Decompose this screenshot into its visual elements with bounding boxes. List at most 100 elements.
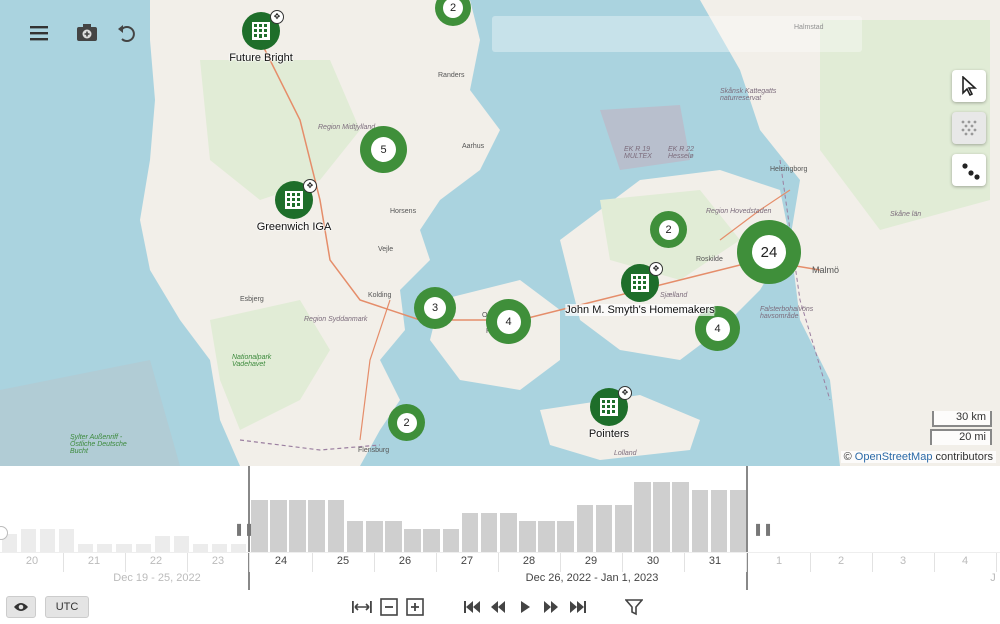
cluster-count: 4 <box>496 309 521 334</box>
timeline-bar <box>230 544 246 552</box>
day-tick <box>996 552 997 572</box>
scale-mi: 20 mi <box>930 429 992 445</box>
rewind-icon[interactable] <box>486 596 510 618</box>
area-label: EK R 19 MULTEX <box>624 146 652 160</box>
week-label-current: Dec 26, 2022 - Jan 1, 2023 <box>525 572 659 584</box>
timeline-bar <box>59 528 75 552</box>
zoom-in-icon[interactable] <box>403 596 427 618</box>
timeline-bar <box>653 481 670 552</box>
day-label: 27 <box>460 555 474 567</box>
place-marker[interactable]: ✥ Greenwich IGA <box>257 179 331 233</box>
timeline-bar <box>480 513 498 552</box>
timeline-bar <box>538 520 555 552</box>
day-tick <box>374 552 375 572</box>
search-area[interactable] <box>492 16 862 52</box>
city-label: Malmö <box>812 265 840 275</box>
timeline-bar <box>710 489 728 552</box>
place-marker[interactable]: ✥ John M. Smyth's Homemakers <box>565 262 715 316</box>
cluster-points-tool[interactable] <box>952 154 986 186</box>
day-tick <box>249 552 250 572</box>
heatmap-tool[interactable] <box>952 112 986 144</box>
visibility-button[interactable] <box>6 596 36 618</box>
map-view[interactable]: Region Midtjylland Region Syddanmark Reg… <box>0 0 1000 466</box>
range-start-handle[interactable]: ❚❚ <box>234 522 254 536</box>
timeline-bar <box>365 520 383 552</box>
filter-icon[interactable] <box>622 596 646 618</box>
area-label: Falsterbohalvö­ns havsområde <box>760 306 814 320</box>
cluster-marker[interactable]: 2 <box>388 404 425 441</box>
timeline-bar <box>519 520 536 552</box>
city-label: Helsingborg <box>770 166 808 173</box>
cluster-marker[interactable]: 2 <box>650 211 687 248</box>
skip-to-end-icon[interactable] <box>566 596 590 618</box>
cluster-count: 24 <box>752 235 786 269</box>
utc-button[interactable]: UTC <box>45 596 89 618</box>
cluster-marker[interactable]: 5 <box>360 126 407 173</box>
place-name: Greenwich IGA <box>256 221 332 233</box>
area-label: EK R 22 Hesselø <box>668 146 695 160</box>
place-marker[interactable]: ✥ Pointers <box>589 386 632 440</box>
camera-icon[interactable] <box>76 22 98 50</box>
openstreetmap-link[interactable]: OpenStreetMap <box>855 451 933 463</box>
day-tick <box>684 552 685 572</box>
timeline-bar <box>270 500 287 552</box>
cluster-count: 2 <box>658 219 679 240</box>
day-label: 26 <box>398 555 412 567</box>
move-icon: ✥ <box>618 386 632 400</box>
city-label: Vejle <box>378 246 394 253</box>
day-tick <box>498 552 499 572</box>
timeline-bar <box>21 528 37 552</box>
place-name: Pointers <box>588 428 630 440</box>
city-label: Aarhus <box>462 143 485 150</box>
place-name: John M. Smyth's Homemakers <box>565 304 715 316</box>
day-tick <box>872 552 873 572</box>
city-label: Kolding <box>368 292 392 299</box>
timeline-bar <box>173 536 189 552</box>
day-label: 22 <box>149 555 163 567</box>
area-label: Skånsk Kattegatts naturreservat <box>720 88 777 102</box>
day-label: 20 <box>25 555 39 567</box>
city-label: Roskilde <box>696 256 723 263</box>
fast-forward-icon[interactable] <box>539 596 563 618</box>
range-end-handle[interactable]: ❚❚ <box>753 522 773 536</box>
timeline[interactable]: ❚❚ ❚❚ 20 21 22 23 24 25 26 27 28 29 30 31 1 2 3 4 Dec 1… <box>0 466 1000 592</box>
map-basemap <box>0 0 1000 466</box>
region-label: Region Midtjylland <box>318 124 376 131</box>
zoom-out-icon[interactable] <box>377 596 401 618</box>
day-tick <box>436 552 437 572</box>
cluster-count: 2 <box>443 0 463 18</box>
timeline-bar <box>78 544 94 552</box>
timeline-bar <box>442 528 460 552</box>
timeline-bar <box>97 544 113 552</box>
undo-icon[interactable] <box>116 22 138 50</box>
place-marker[interactable]: ✥ Future Bright <box>229 10 293 64</box>
day-label: 2 <box>837 555 845 567</box>
area-label: Sylter Außenriff - Östliche Deutsche Buc… <box>70 434 127 455</box>
cluster-marker[interactable]: 4 <box>486 299 531 344</box>
day-tick <box>125 552 126 572</box>
menu-icon[interactable] <box>28 22 50 50</box>
city-label: Horsens <box>390 208 417 215</box>
timeline-bar <box>116 544 132 552</box>
select-pointer-tool[interactable] <box>952 70 986 102</box>
skip-to-start-icon[interactable] <box>460 596 484 618</box>
timeline-bar <box>500 513 517 552</box>
day-tick <box>746 552 747 572</box>
day-label: 29 <box>584 555 598 567</box>
cluster-marker[interactable]: 24 <box>737 220 801 284</box>
place-name: Future Bright <box>229 52 293 64</box>
fit-range-icon[interactable] <box>350 596 374 618</box>
eye-icon <box>14 603 28 611</box>
day-label: 1 <box>775 555 783 567</box>
play-icon[interactable] <box>513 596 537 618</box>
timeline-bar <box>154 536 170 552</box>
cluster-count: 4 <box>705 316 730 341</box>
day-tick <box>810 552 811 572</box>
cluster-marker[interactable]: 3 <box>414 287 456 329</box>
move-icon: ✥ <box>270 10 284 24</box>
attribution-suffix: contributors <box>935 451 993 463</box>
region-label: Region Hovedstaden <box>706 208 772 215</box>
cluster-count: 3 <box>424 297 446 319</box>
city-label: Flensburg <box>358 447 390 454</box>
day-tick <box>622 552 623 572</box>
